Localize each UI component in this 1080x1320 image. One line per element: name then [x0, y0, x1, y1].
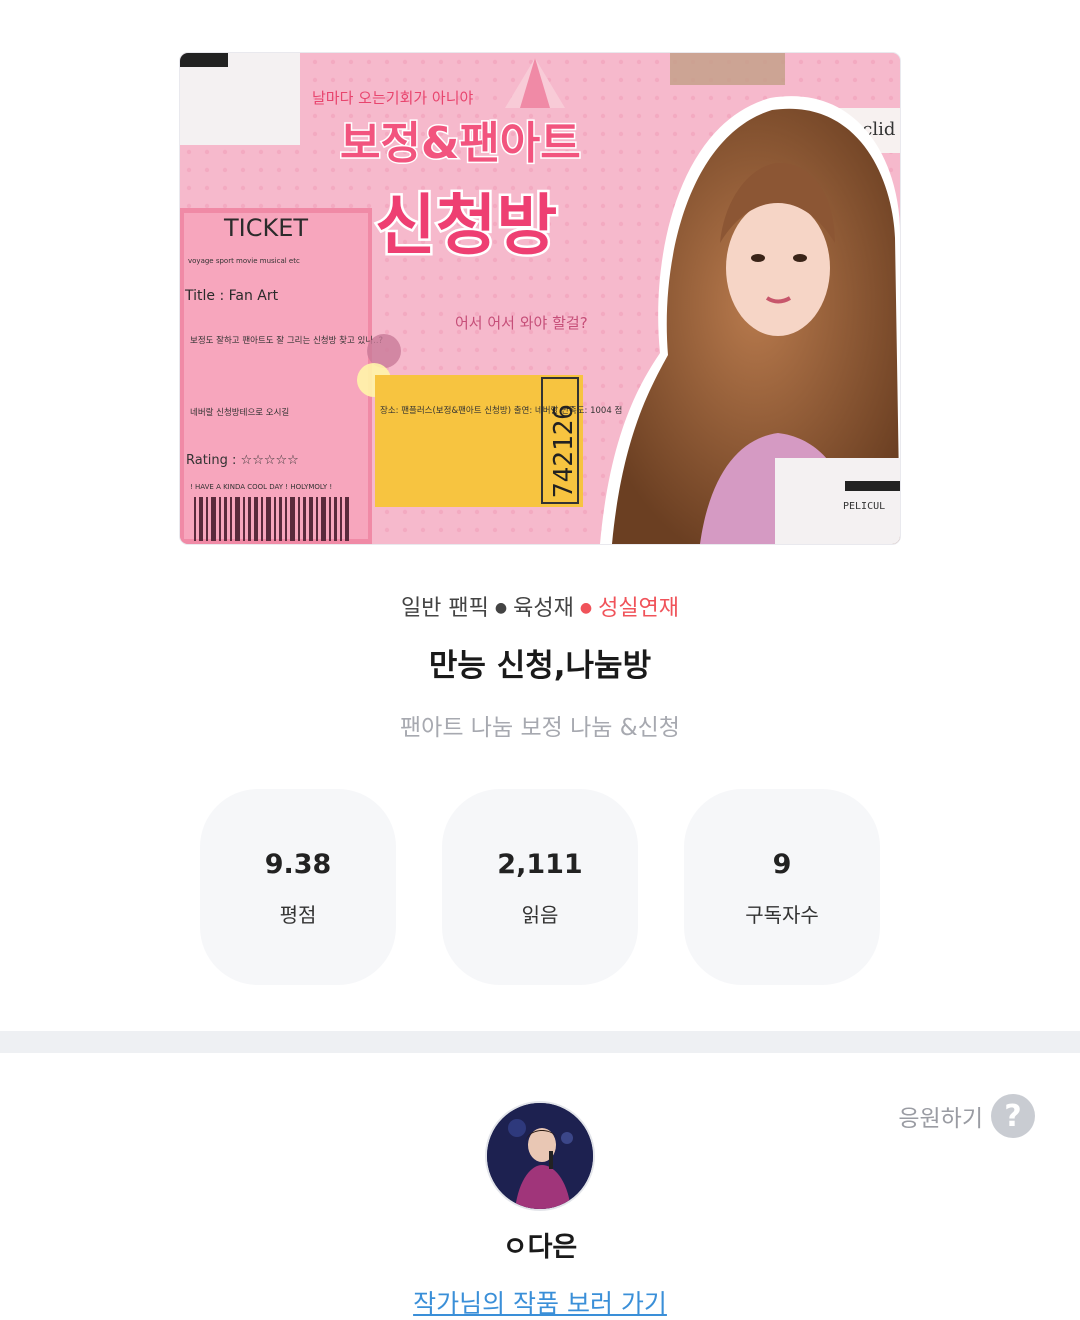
ticket-categories: voyage sport movie musical etc: [188, 257, 300, 265]
stat-value: 9: [772, 849, 792, 880]
author-works-link[interactable]: 작가님의 작품 보러 가기: [0, 1284, 1080, 1320]
cover-headline-2: 신청방: [375, 187, 557, 264]
cover-subline: 어서 어서 와야 할걸?: [455, 314, 588, 332]
cover-image: euclid 날마다 오는기회가 아니야 보정&팬아트 신청방 어서 어서 와야…: [180, 53, 900, 544]
stub-text: 장소: 팬플러스(보정&팬아트 신청방) 출연: 네버랄 만족도: 1004 점: [380, 405, 622, 416]
stat-label: 평점: [279, 903, 317, 927]
avatar[interactable]: [485, 1101, 595, 1211]
separator-dot: ●: [579, 600, 593, 616]
cover-headline-1: 보정&팬아트: [340, 118, 581, 169]
ticket-note-2: 네버랄 신청방테으로 오시길: [190, 407, 289, 418]
question-icon[interactable]: ?: [991, 1094, 1035, 1138]
character-label: 육성재: [513, 596, 574, 621]
support-button[interactable]: 응원하기 ?: [898, 1093, 1035, 1139]
stat-label: 구독자수: [745, 903, 819, 927]
separator-dot: ●: [494, 600, 508, 616]
stat-subscribers: 9 구독자수: [684, 789, 880, 985]
stat-value: 9.38: [264, 849, 332, 880]
work-meta: 일반 팬픽 ● 육성재 ● 성실연재: [0, 590, 1080, 622]
stat-reads: 2,111 읽음: [442, 789, 638, 985]
stat-label: 읽음: [521, 903, 559, 927]
status-badge: 성실연재: [598, 596, 680, 621]
ticket-film: Title : Fan Art: [184, 288, 279, 304]
ticket-rating: Rating : ☆☆☆☆☆: [186, 453, 299, 468]
ticket-footer: ! HAVE A KINDA COOL DAY ! HOLYMOLY !: [190, 483, 332, 491]
stat-value: 2,111: [497, 849, 583, 880]
stub-number: 742126: [549, 404, 579, 498]
genre-label: 일반 팬픽: [400, 596, 489, 621]
ticket-title: TICKET: [223, 214, 308, 242]
stat-rating: 9.38 평점: [200, 789, 396, 985]
author-name[interactable]: ㅇ다은: [0, 1225, 1080, 1264]
section-divider: [0, 1031, 1080, 1053]
support-label: 응원하기: [898, 1106, 983, 1132]
corner-text: PELICUL: [843, 501, 885, 512]
cover-small-headline: 날마다 오는기회가 아니야: [312, 89, 474, 107]
page-title: 만능 신청,나눔방: [428, 648, 652, 684]
ticket-note: 보정도 잘하고 팬아트도 잘 그리는 신청방 찾고 있나..?: [190, 335, 383, 346]
work-description: 팬아트 나눔 보정 나눔 &신청: [400, 715, 680, 741]
